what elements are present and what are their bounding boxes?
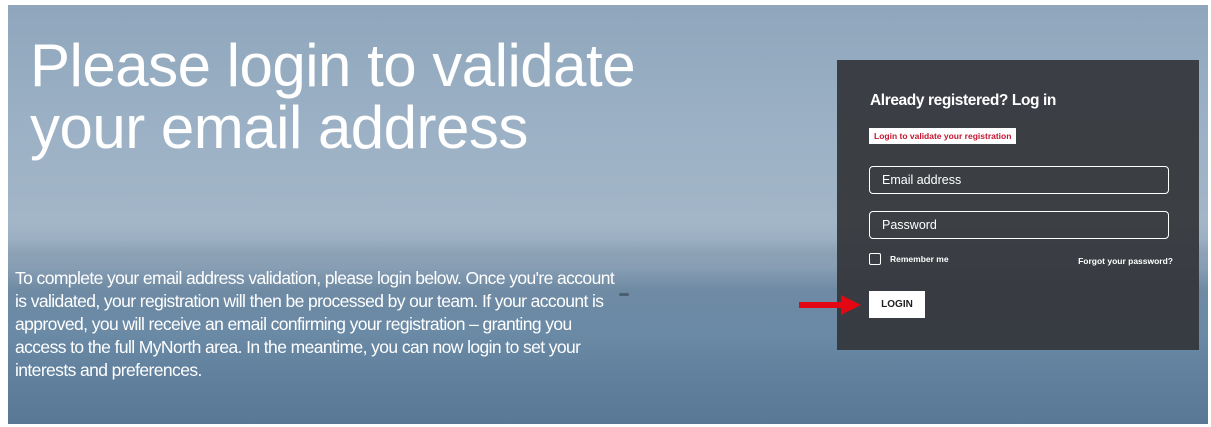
password-field[interactable]: [869, 211, 1169, 239]
validation-notice: Login to validate your registration: [869, 128, 1017, 144]
remember-me-label: Remember me: [890, 254, 949, 264]
forgot-password-link[interactable]: Forgot your password?: [1078, 256, 1173, 266]
remember-me-toggle[interactable]: Remember me: [869, 253, 949, 265]
login-heading: Already registered? Log in: [870, 92, 1056, 109]
page-title: Please login to validate your email addr…: [30, 32, 636, 161]
intro-paragraph: To complete your email address validatio…: [15, 268, 615, 380]
email-field[interactable]: [869, 166, 1169, 194]
login-panel: Already registered? Log in Login to vali…: [837, 60, 1199, 350]
checkbox-icon[interactable]: [869, 253, 881, 265]
login-button[interactable]: LOGIN: [869, 291, 925, 318]
right-arrow-icon: [799, 295, 861, 315]
